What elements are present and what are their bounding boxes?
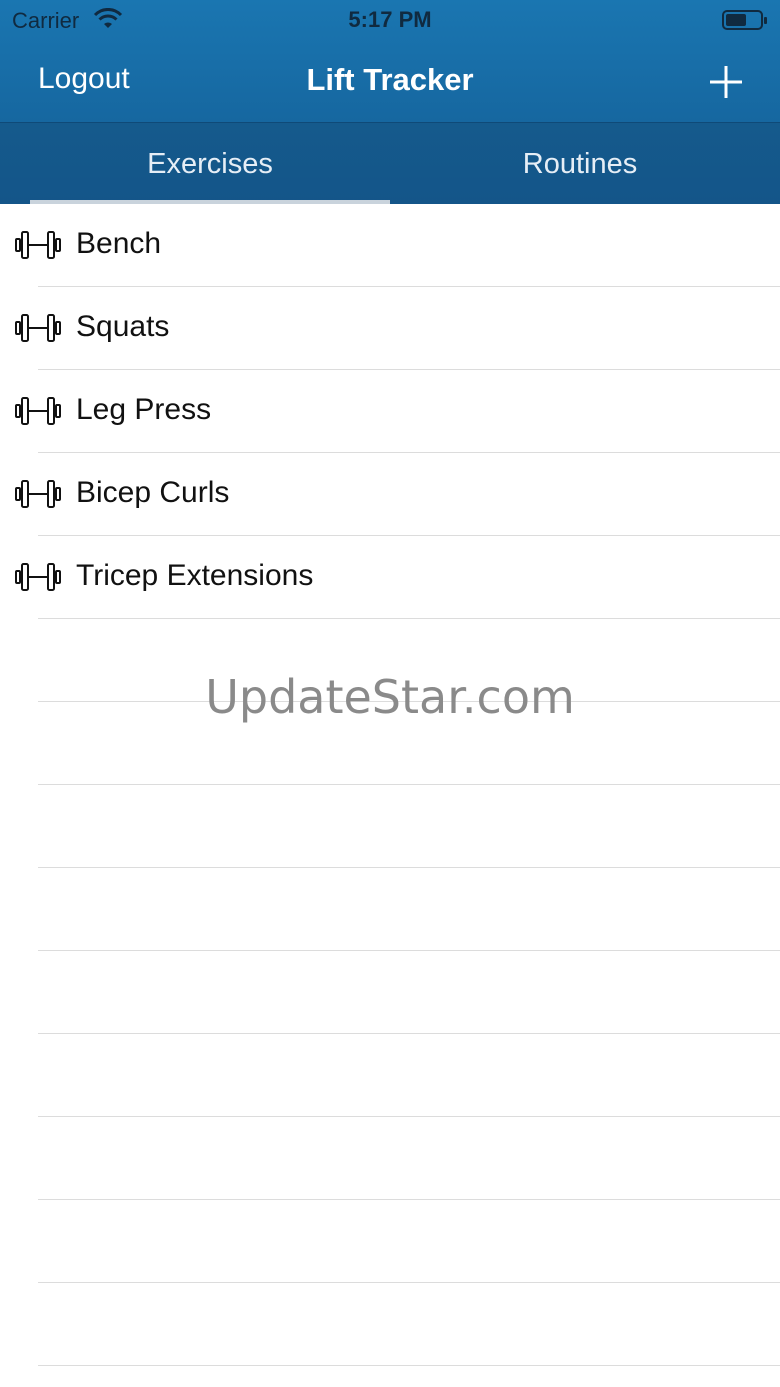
dumbbell-icon — [15, 231, 61, 259]
header: Carrier 5:17 PM Logout Lift Tracker — [0, 0, 780, 122]
empty-row — [0, 1117, 780, 1200]
nav-bar: Logout Lift Tracker — [0, 40, 780, 122]
exercise-label: Leg Press — [76, 393, 212, 426]
dumbbell-icon — [15, 563, 61, 591]
plus-icon[interactable] — [706, 62, 746, 102]
dumbbell-icon — [15, 314, 61, 342]
page-title: Lift Tracker — [306, 62, 474, 97]
exercise-list: Bench Squats Leg Press Bicep Curls Trice… — [0, 204, 780, 1387]
tab-exercises[interactable]: Exercises — [30, 123, 390, 205]
empty-row — [0, 1034, 780, 1117]
empty-row — [0, 951, 780, 1034]
watermark: UpdateStar.com — [205, 670, 575, 724]
list-item[interactable]: Squats — [0, 287, 780, 370]
exercise-label: Tricep Extensions — [76, 559, 314, 592]
dumbbell-icon — [15, 397, 61, 425]
empty-row — [0, 1200, 780, 1283]
tab-bar: Exercises Routines — [0, 122, 780, 204]
dumbbell-icon — [15, 480, 61, 508]
empty-row — [0, 1366, 780, 1387]
list-item[interactable]: Bicep Curls — [0, 453, 780, 536]
app-screen: Carrier 5:17 PM Logout Lift Tracker Exer… — [0, 0, 780, 1387]
exercise-label: Squats — [76, 310, 170, 343]
exercise-label: Bench — [76, 227, 162, 260]
tab-routines[interactable]: Routines — [400, 123, 760, 205]
list-item[interactable]: Bench — [0, 204, 780, 287]
exercise-label: Bicep Curls — [76, 476, 230, 509]
empty-row — [0, 1283, 780, 1366]
clock: 5:17 PM — [348, 7, 432, 32]
list-item[interactable]: Leg Press — [0, 370, 780, 453]
empty-row — [0, 785, 780, 868]
battery-icon — [722, 10, 767, 30]
list-item[interactable]: Tricep Extensions — [0, 536, 780, 619]
empty-row — [0, 868, 780, 951]
status-bar: Carrier 5:17 PM — [0, 0, 780, 40]
